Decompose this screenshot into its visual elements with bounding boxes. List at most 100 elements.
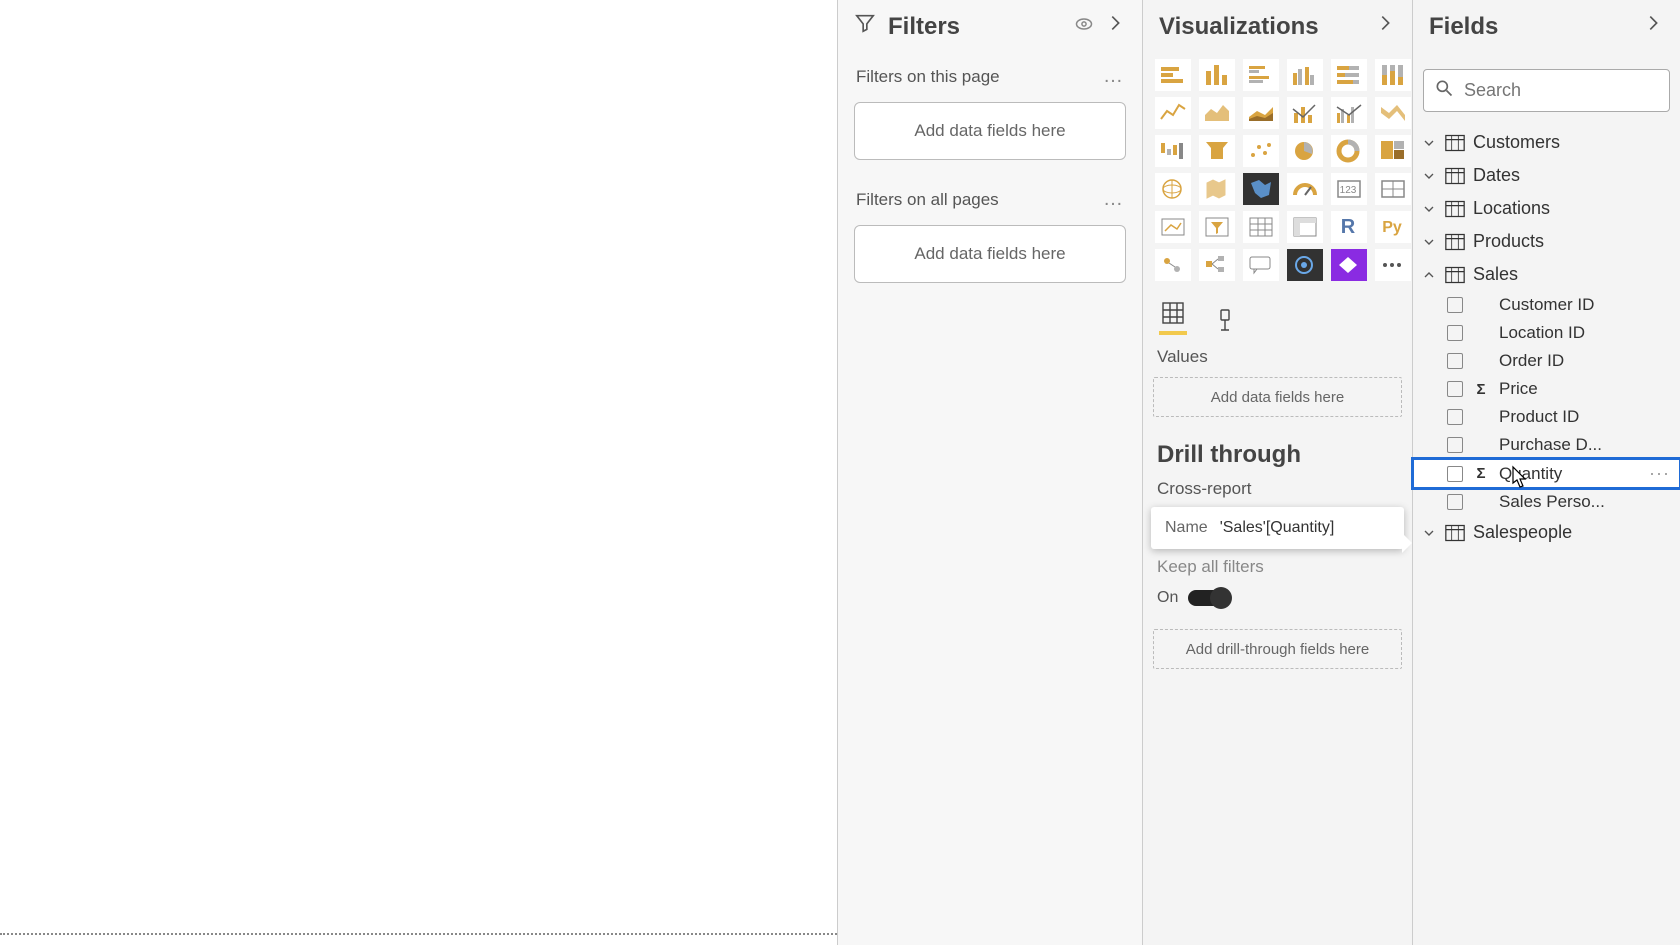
checkbox[interactable] bbox=[1447, 437, 1463, 453]
drag-tooltip: Name 'Sales'[Quantity] bbox=[1151, 507, 1404, 549]
pie-icon[interactable] bbox=[1287, 135, 1323, 167]
collapse-icon[interactable] bbox=[1374, 12, 1396, 41]
field-product-id[interactable]: Product ID bbox=[1413, 403, 1680, 431]
toggle-on-label: On bbox=[1157, 589, 1178, 607]
clustered-bar-icon[interactable] bbox=[1243, 59, 1279, 91]
python-visual-icon[interactable]: Py bbox=[1375, 211, 1411, 243]
fields-panel: Fields CustomersDatesLocationsProductsSa… bbox=[1412, 0, 1680, 945]
powerapps-icon[interactable] bbox=[1331, 249, 1367, 281]
values-dropzone[interactable]: Add data fields here bbox=[1153, 377, 1402, 417]
table-products[interactable]: Products bbox=[1413, 225, 1680, 258]
drill-through-dropzone[interactable]: Add drill-through fields here bbox=[1153, 629, 1402, 669]
filters-all-section: Filters on all pages … bbox=[838, 182, 1142, 217]
visualizations-panel: Visualizations 123 bbox=[1142, 0, 1412, 945]
table-locations[interactable]: Locations bbox=[1413, 192, 1680, 225]
r-visual-icon[interactable]: R bbox=[1331, 211, 1367, 243]
filled-map-icon[interactable] bbox=[1199, 173, 1235, 205]
more-icon[interactable]: ··· bbox=[1649, 463, 1670, 484]
field-purchase-d-[interactable]: Purchase D... bbox=[1413, 431, 1680, 459]
card-icon[interactable]: 123 bbox=[1331, 173, 1367, 205]
tables-list: CustomersDatesLocationsProductsSalesCust… bbox=[1413, 126, 1680, 549]
filters-title: Filters bbox=[888, 13, 1064, 41]
field-quantity[interactable]: ΣQuantity··· bbox=[1413, 459, 1680, 488]
format-tab[interactable] bbox=[1211, 307, 1239, 335]
kpi-icon[interactable] bbox=[1155, 211, 1191, 243]
checkbox[interactable] bbox=[1447, 297, 1463, 313]
checkbox[interactable] bbox=[1447, 325, 1463, 341]
table-dates[interactable]: Dates bbox=[1413, 159, 1680, 192]
keep-filters-toggle-row: On bbox=[1143, 581, 1412, 623]
collapse-icon[interactable] bbox=[1642, 12, 1664, 41]
more-icon[interactable]: … bbox=[1103, 188, 1124, 211]
table-sales[interactable]: Sales bbox=[1413, 258, 1680, 291]
field-location-id[interactable]: Location ID bbox=[1413, 319, 1680, 347]
ribbon-icon[interactable] bbox=[1375, 97, 1411, 129]
checkbox[interactable] bbox=[1447, 409, 1463, 425]
filter-icon bbox=[854, 12, 876, 41]
checkbox[interactable] bbox=[1447, 381, 1463, 397]
clustered-column-icon[interactable] bbox=[1287, 59, 1323, 91]
checkbox[interactable] bbox=[1447, 494, 1463, 510]
key-influencers-icon[interactable] bbox=[1155, 249, 1191, 281]
all-filters-dropzone[interactable]: Add data fields here bbox=[854, 225, 1126, 283]
cross-report-label: Cross-report bbox=[1143, 477, 1412, 503]
map-icon[interactable] bbox=[1155, 173, 1191, 205]
checkbox[interactable] bbox=[1447, 466, 1463, 482]
more-icon[interactable]: … bbox=[1103, 65, 1124, 88]
slicer-icon[interactable] bbox=[1199, 211, 1235, 243]
treemap-icon[interactable] bbox=[1375, 135, 1411, 167]
get-more-icon[interactable] bbox=[1375, 249, 1411, 281]
line-stacked-column-icon[interactable] bbox=[1287, 97, 1323, 129]
line-clustered-column-icon[interactable] bbox=[1331, 97, 1367, 129]
filters-panel: Filters Filters on this page … Add data … bbox=[837, 0, 1142, 945]
sigma-icon: Σ bbox=[1473, 465, 1489, 482]
search-icon bbox=[1434, 78, 1454, 103]
fields-title: Fields bbox=[1429, 13, 1632, 41]
page-filters-dropzone[interactable]: Add data fields here bbox=[854, 102, 1126, 160]
report-canvas[interactable] bbox=[0, 0, 837, 945]
decomposition-icon[interactable] bbox=[1199, 249, 1235, 281]
stacked-bar-icon[interactable] bbox=[1155, 59, 1191, 91]
multi-card-icon[interactable] bbox=[1375, 173, 1411, 205]
filters-header: Filters bbox=[838, 0, 1142, 59]
waterfall-icon[interactable] bbox=[1155, 135, 1191, 167]
collapse-icon[interactable] bbox=[1104, 12, 1126, 41]
field-order-id[interactable]: Order ID bbox=[1413, 347, 1680, 375]
fields-tab[interactable] bbox=[1159, 299, 1187, 335]
search-input[interactable] bbox=[1464, 80, 1680, 101]
area-icon[interactable] bbox=[1199, 97, 1235, 129]
keep-all-filters-label: Keep all filters bbox=[1143, 555, 1412, 581]
show-hide-icon[interactable] bbox=[1074, 13, 1094, 41]
field-label: Location ID bbox=[1499, 323, 1670, 343]
line-icon[interactable] bbox=[1155, 97, 1191, 129]
shape-map-icon[interactable] bbox=[1243, 173, 1279, 205]
field-label: Purchase D... bbox=[1499, 435, 1670, 455]
qa-icon[interactable] bbox=[1243, 249, 1279, 281]
checkbox[interactable] bbox=[1447, 353, 1463, 369]
viz-header: Visualizations bbox=[1143, 0, 1412, 59]
fields-header: Fields bbox=[1413, 0, 1680, 59]
keep-filters-toggle[interactable] bbox=[1188, 590, 1230, 606]
hundred-bar-icon[interactable] bbox=[1331, 59, 1367, 91]
field-customer-id[interactable]: Customer ID bbox=[1413, 291, 1680, 319]
funnel-icon[interactable] bbox=[1199, 135, 1235, 167]
field-price[interactable]: ΣPrice bbox=[1413, 375, 1680, 403]
matrix-icon[interactable] bbox=[1287, 211, 1323, 243]
field-label: Product ID bbox=[1499, 407, 1670, 427]
scatter-icon[interactable] bbox=[1243, 135, 1279, 167]
field-sales-perso-[interactable]: Sales Perso... bbox=[1413, 488, 1680, 516]
table-icon[interactable] bbox=[1243, 211, 1279, 243]
field-label: Order ID bbox=[1499, 351, 1670, 371]
donut-icon[interactable] bbox=[1331, 135, 1367, 167]
svg-text:Py: Py bbox=[1382, 219, 1402, 236]
stacked-column-icon[interactable] bbox=[1199, 59, 1235, 91]
hundred-column-icon[interactable] bbox=[1375, 59, 1411, 91]
fields-search[interactable] bbox=[1423, 69, 1670, 112]
sigma-icon: Σ bbox=[1473, 381, 1489, 398]
table-salespeople[interactable]: Salespeople bbox=[1413, 516, 1680, 549]
arcgis-icon[interactable] bbox=[1287, 249, 1323, 281]
stacked-area-icon[interactable] bbox=[1243, 97, 1279, 129]
gauge-icon[interactable] bbox=[1287, 173, 1323, 205]
filters-page-section: Filters on this page … bbox=[838, 59, 1142, 94]
table-customers[interactable]: Customers bbox=[1413, 126, 1680, 159]
